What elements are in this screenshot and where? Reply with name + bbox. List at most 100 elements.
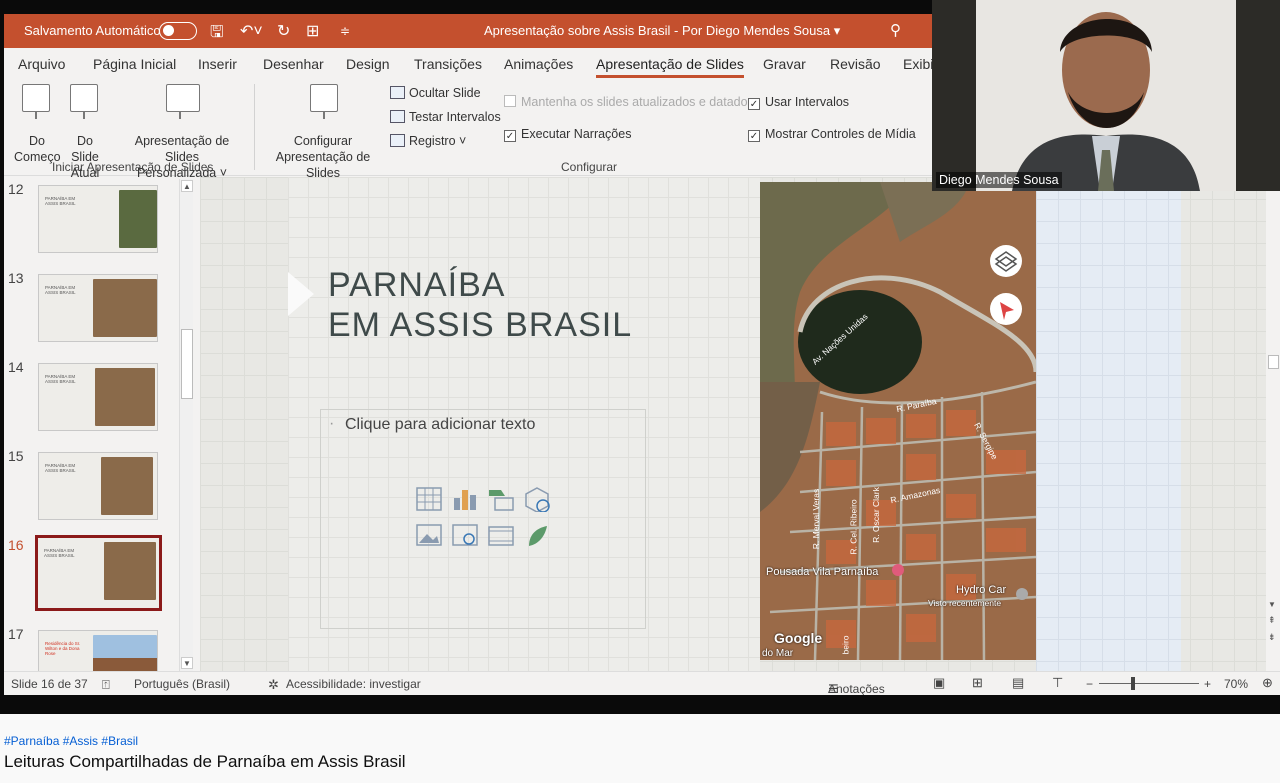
hide-slide-icon (390, 86, 405, 99)
thumbnail-title: PARNAÍBA EM ASSIS BRASIL (44, 548, 75, 558)
fit-to-window-icon[interactable]: ⊕ (1262, 675, 1273, 691)
slide-thumbnail[interactable]: PARNAÍBA EM ASSIS BRASIL (38, 452, 158, 520)
zoom-level[interactable]: 70% (1224, 677, 1248, 691)
zoom-slider-thumb[interactable] (1131, 677, 1135, 690)
tab-pagina-inicial[interactable]: Página Inicial (93, 56, 176, 72)
insert-chart-icon[interactable] (451, 486, 479, 512)
slide-thumbnail[interactable]: PARNAÍBA EM ASSIS BRASIL (38, 363, 158, 431)
slide-thumbnail[interactable]: PARNAÍBA EM ASSIS BRASIL (38, 274, 158, 342)
insert-table-icon[interactable] (415, 486, 443, 512)
autosave-label: Salvamento Automático (24, 23, 161, 38)
insert-picture-icon[interactable] (415, 522, 443, 548)
slide-counter: Slide 16 de 37 (11, 677, 88, 691)
language-button[interactable]: Português (Brasil) (134, 677, 230, 691)
tab-desenhar[interactable]: Desenhar (263, 56, 324, 72)
autosave-toggle[interactable] (159, 22, 197, 40)
tab-revisao[interactable]: Revisão (830, 56, 881, 72)
slide-thumbnail[interactable]: Residência do Sr. Wilton e da Dona Rose (38, 630, 158, 671)
setup-show-button[interactable]: Configurar Apresentação de Slides (260, 133, 386, 181)
slide-title[interactable]: PARNAÍBA EM ASSIS BRASIL (328, 265, 632, 345)
from-current-icon (70, 84, 98, 119)
show-media-controls-checkbox[interactable]: ✓ Mostrar Controles de Mídia (748, 127, 916, 142)
save-icon[interactable]: 🖫 (210, 21, 224, 48)
spellcheck-icon[interactable]: ⍐ (102, 677, 110, 693)
tab-gravar[interactable]: Gravar (763, 56, 806, 72)
reading-view-icon[interactable]: ▤ (1012, 675, 1024, 691)
record-button[interactable]: Registro ˅ (390, 134, 466, 148)
checkbox-empty-icon (504, 95, 516, 107)
video-title: Leituras Compartilhadas de Parnaíba em A… (4, 752, 406, 771)
scroll-down-icon[interactable]: ▼ (181, 657, 193, 669)
content-placeholder[interactable]: Clique para adicionar texto (320, 409, 646, 629)
scrollbar-thumb[interactable] (1268, 355, 1279, 369)
tab-arquivo[interactable]: Arquivo (18, 56, 65, 72)
video-info: #Parnaíba #Assis #Brasil Leituras Compar… (0, 714, 1280, 783)
google-logo: Google (774, 630, 823, 646)
checkmark-icon: ✓ (748, 98, 760, 110)
document-title[interactable]: Apresentação sobre Assis Brasil - Por Di… (484, 23, 840, 39)
video-player[interactable]: Salvamento Automático 🖫 ↶˅ ↻ ⊞ ≑ Apresen… (0, 0, 1280, 714)
participant-name: Diego Mendes Sousa (936, 172, 1062, 188)
placeholder-text[interactable]: Clique para adicionar texto (329, 415, 535, 434)
slide-thumbnail[interactable]: PARNAÍBA EM ASSIS BRASIL (35, 535, 162, 611)
zoom-out-icon[interactable]: − (1086, 677, 1093, 691)
hide-slide-button[interactable]: Ocultar Slide (390, 86, 481, 100)
undo-icon[interactable]: ↶˅ (240, 21, 263, 41)
thumbnail-image (119, 190, 157, 248)
thumbnail-scrollbar[interactable]: ▲ ▼ (179, 179, 193, 671)
use-timings-checkbox[interactable]: ✓ Usar Intervalos (748, 95, 849, 110)
webcam-overlay: Diego Mendes Sousa (932, 0, 1280, 191)
status-bar: Slide 16 de 37 ⍐ Português (Brasil) ✲ Ac… (4, 671, 1280, 695)
map-label: R. Oscar Clark (870, 487, 881, 543)
thumbnail-image (93, 279, 157, 337)
thumbnail-title: Residência do Sr. Wilton e da Dona Rose (45, 641, 81, 656)
map-image[interactable]: Av. Nações Unidas R. Paraíba R. Sergipe … (760, 182, 1036, 660)
ribbon-separator (254, 84, 255, 170)
current-slide[interactable]: PARNAÍBA EM ASSIS BRASIL Clique para adi… (288, 177, 760, 671)
slide-scrollbar[interactable]: ▼ ⇞ ⇟ (1266, 177, 1280, 671)
group-label-start: Iniciar Apresentação de Slides (52, 160, 214, 174)
scroll-down-icon[interactable]: ▼ (1268, 600, 1276, 609)
redo-icon[interactable]: ↻ (277, 21, 290, 41)
insert-smartart-icon[interactable] (487, 486, 515, 512)
play-narrations-checkbox[interactable]: ✓ Executar Narrações (504, 127, 631, 142)
tab-transicoes[interactable]: Transições (414, 56, 482, 72)
thumbnail-title: PARNAÍBA EM ASSIS BRASIL (45, 463, 76, 473)
thumbnail-number: 16 (8, 537, 24, 553)
customize-qat-icon[interactable]: ≑ (340, 24, 350, 38)
tab-exibi[interactable]: Exibi (903, 56, 933, 72)
insert-icons-icon[interactable] (523, 522, 551, 548)
thumbnail-number: 15 (8, 448, 24, 464)
tab-design[interactable]: Design (346, 56, 390, 72)
slideshow-icon[interactable]: ⊤ (1052, 675, 1063, 691)
accessibility-icon[interactable]: ✲ (268, 677, 279, 693)
tab-apresentacao-de-slides[interactable]: Apresentação de Slides (596, 56, 744, 78)
scrollbar-thumb[interactable] (181, 329, 193, 399)
insert-online-picture-icon[interactable] (451, 522, 479, 548)
slide-thumbnail[interactable]: PARNAÍBA EM ASSIS BRASIL (38, 185, 158, 253)
slide-thumbnail-pane: 12 PARNAÍBA EM ASSIS BRASIL 13 PARNAÍBA EM … (4, 177, 199, 671)
search-icon[interactable]: ⚲ (890, 21, 901, 39)
tab-animacoes[interactable]: Animações (504, 56, 573, 72)
previous-slide-icon[interactable]: ⇞ (1268, 615, 1276, 626)
tab-inserir[interactable]: Inserir (198, 56, 237, 72)
thumbnail-image (95, 368, 155, 426)
present-icon[interactable]: ⊞ (306, 21, 319, 41)
accessibility-button[interactable]: Acessibilidade: investigar (286, 677, 421, 691)
insert-3d-model-icon[interactable] (523, 486, 551, 512)
video-hashtags[interactable]: #Parnaíba #Assis #Brasil (4, 734, 138, 748)
next-slide-icon[interactable]: ⇟ (1268, 632, 1276, 643)
thumbnail-number: 13 (8, 270, 24, 286)
keep-updated-checkbox[interactable]: Mantenha os slides atualizados e datados (504, 95, 754, 109)
thumbnail-number: 12 (8, 181, 24, 197)
normal-view-icon[interactable]: ▣ (933, 675, 945, 691)
zoom-slider[interactable] (1099, 683, 1199, 684)
slide-sorter-icon[interactable]: ⊞ (972, 675, 983, 691)
thumbnail-title: PARNAÍBA EM ASSIS BRASIL (45, 285, 76, 295)
setup-show-icon (310, 84, 338, 119)
insert-video-icon[interactable] (487, 522, 515, 548)
scroll-up-icon[interactable]: ▲ (181, 180, 193, 192)
zoom-in-icon[interactable]: + (1204, 677, 1211, 691)
from-beginning-icon (22, 84, 50, 119)
rehearse-timings-button[interactable]: Testar Intervalos (390, 110, 501, 124)
